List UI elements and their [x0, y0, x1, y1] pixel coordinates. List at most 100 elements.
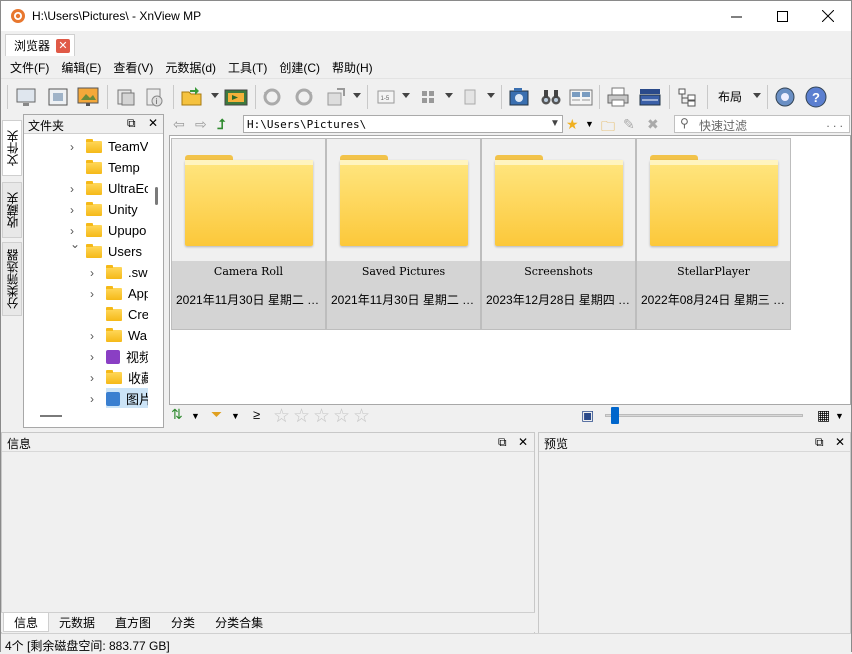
tab-close-icon[interactable]: ✕: [56, 38, 71, 53]
menu-metadata[interactable]: 元数据(d): [159, 57, 222, 77]
sort-icon[interactable]: ⇅: [171, 406, 183, 423]
menu-view[interactable]: 查看(V): [107, 57, 159, 77]
layout-grid-icon[interactable]: ▦: [817, 407, 830, 424]
search-button[interactable]: [538, 84, 564, 110]
layout-button[interactable]: 布局: [718, 88, 742, 105]
path-input[interactable]: H:\Users\Pictures\: [243, 115, 563, 133]
thumbnail-item[interactable]: StellarPlayer 2022年08月24日 星期三 …: [636, 138, 791, 330]
tree-scroll-thumb[interactable]: [155, 187, 158, 205]
tree-item[interactable]: › UltraEc: [70, 178, 148, 199]
favorite-dropdown-icon[interactable]: ▼: [585, 119, 594, 129]
tree-item[interactable]: › Unity: [70, 199, 138, 220]
capture-button[interactable]: [506, 84, 532, 110]
delete-icon[interactable]: ✖: [647, 116, 659, 133]
sort-dropdown-icon[interactable]: [402, 93, 410, 98]
move-to-button[interactable]: [223, 84, 249, 110]
vtab-category-filter[interactable]: 分类筛选器: [2, 242, 22, 316]
menu-help[interactable]: 帮助(H): [326, 57, 379, 77]
thumbnail-item[interactable]: Screenshots 2023年12月28日 星期四 …: [481, 138, 636, 330]
sort-dropdown-icon[interactable]: ▼: [191, 411, 200, 421]
info-tab[interactable]: 直方图: [105, 613, 161, 632]
hierarchy-button[interactable]: [674, 84, 700, 110]
tree-item[interactable]: › 图片: [90, 388, 148, 408]
path-dropdown-icon[interactable]: ▼: [550, 118, 560, 129]
close-pane-icon[interactable]: ✕: [148, 116, 158, 130]
rename-icon[interactable]: ✎: [623, 116, 635, 133]
menu-create[interactable]: 创建(C): [273, 57, 326, 77]
convert-button[interactable]: [113, 84, 139, 110]
tree-item[interactable]: Temp: [86, 157, 140, 178]
scan-button[interactable]: [637, 84, 663, 110]
vtab-folders[interactable]: 文件夹: [2, 120, 22, 176]
tree-item[interactable]: › .sw: [90, 262, 148, 283]
chevron-right-icon[interactable]: ›: [90, 329, 94, 343]
fit-window-button[interactable]: [45, 84, 71, 110]
menu-tools[interactable]: 工具(T): [222, 57, 273, 77]
thumbnail-item[interactable]: Camera Roll 2021年11月30日 星期二 …: [171, 138, 326, 330]
tree-item[interactable]: › Wa: [90, 325, 147, 346]
tree-item[interactable]: › App: [90, 283, 148, 304]
sort-range-button[interactable]: 1-5: [373, 84, 399, 110]
tree-item[interactable]: › Upupo: [70, 220, 146, 241]
rating-comparator[interactable]: ≥: [253, 407, 260, 422]
filter-dropdown-icon[interactable]: [487, 93, 495, 98]
float-pane-icon[interactable]: ⧉: [815, 435, 824, 450]
chevron-right-icon[interactable]: ›: [70, 140, 74, 154]
settings-button[interactable]: [772, 84, 798, 110]
rating-star-icon[interactable]: ☆: [353, 405, 370, 428]
small-thumb-icon[interactable]: ▣: [581, 407, 594, 424]
vtab-favorites[interactable]: 收藏夹: [2, 182, 22, 238]
view-fullscreen-button[interactable]: [13, 84, 39, 110]
chevron-right-icon[interactable]: ›: [70, 182, 74, 196]
tree-item[interactable]: ⌄ Users: [70, 237, 142, 262]
info-tab[interactable]: 分类: [161, 613, 205, 632]
open-folder-button[interactable]: [179, 84, 205, 110]
chevron-right-icon[interactable]: ›: [70, 224, 74, 238]
close-button[interactable]: [805, 1, 851, 31]
thumbnail-browser[interactable]: Camera Roll 2021年11月30日 星期二 … Saved Pictur…: [169, 135, 851, 405]
tree-item[interactable]: › TeamV: [70, 136, 148, 157]
zoom-slider-knob[interactable]: [611, 407, 619, 424]
rating-star-icon[interactable]: ☆: [313, 405, 330, 428]
chevron-right-icon[interactable]: ›: [90, 287, 94, 301]
rating-star-icon[interactable]: ☆: [273, 405, 290, 428]
help-button[interactable]: ?: [803, 84, 829, 110]
chevron-right-icon[interactable]: ›: [90, 392, 94, 406]
tree-item[interactable]: Cre: [106, 304, 148, 325]
thumbnail-item[interactable]: Saved Pictures 2021年11月30日 星期二 …: [326, 138, 481, 330]
minimize-button[interactable]: [713, 1, 759, 31]
zoom-slider-track[interactable]: [605, 414, 803, 417]
info-tab[interactable]: 分类合集: [205, 613, 273, 632]
back-icon[interactable]: ⇦: [173, 116, 185, 133]
slideshow-button[interactable]: [75, 84, 101, 110]
favorite-star-icon[interactable]: ★: [566, 116, 579, 133]
float-pane-icon[interactable]: ⧉: [127, 116, 136, 131]
transform-button[interactable]: [323, 84, 349, 110]
rotate-right-button[interactable]: [291, 84, 317, 110]
view-mode-dropdown-icon[interactable]: [445, 93, 453, 98]
title-bar[interactable]: H:\Users\Pictures\ - XnView MP: [1, 1, 851, 31]
close-pane-icon[interactable]: ✕: [518, 435, 528, 449]
quick-filter-input[interactable]: ⚲ 快速过滤 . . .: [674, 115, 850, 133]
rating-star-icon[interactable]: ☆: [293, 405, 310, 428]
layout-grid-dropdown-icon[interactable]: ▼: [835, 411, 844, 421]
rotate-left-button[interactable]: [259, 84, 285, 110]
folder-tree[interactable]: › TeamV Temp › UltraEc › Unity › Upupo ⌄ Users › .sw…: [24, 136, 148, 408]
chevron-right-icon[interactable]: ›: [90, 266, 94, 280]
open-folder-dropdown-icon[interactable]: [211, 93, 219, 98]
chevron-right-icon[interactable]: ›: [90, 350, 94, 364]
filter-funnel-dropdown-icon[interactable]: ▼: [231, 411, 240, 421]
chevron-right-icon[interactable]: ›: [70, 203, 74, 217]
tree-item[interactable]: › 收藏: [90, 367, 148, 388]
chevron-down-icon[interactable]: ⌄: [70, 237, 80, 251]
info-tab[interactable]: 信息: [3, 613, 50, 632]
transform-dropdown-icon[interactable]: [353, 93, 361, 98]
rating-star-icon[interactable]: ☆: [333, 405, 350, 428]
print-button[interactable]: [605, 84, 631, 110]
float-pane-icon[interactable]: ⧉: [498, 435, 507, 450]
properties-button[interactable]: i: [141, 84, 167, 110]
info-tab[interactable]: 元数据: [49, 613, 105, 632]
view-mode-button[interactable]: [415, 84, 441, 110]
tree-item[interactable]: › 视频: [90, 346, 148, 367]
forward-icon[interactable]: ⇨: [195, 116, 207, 133]
